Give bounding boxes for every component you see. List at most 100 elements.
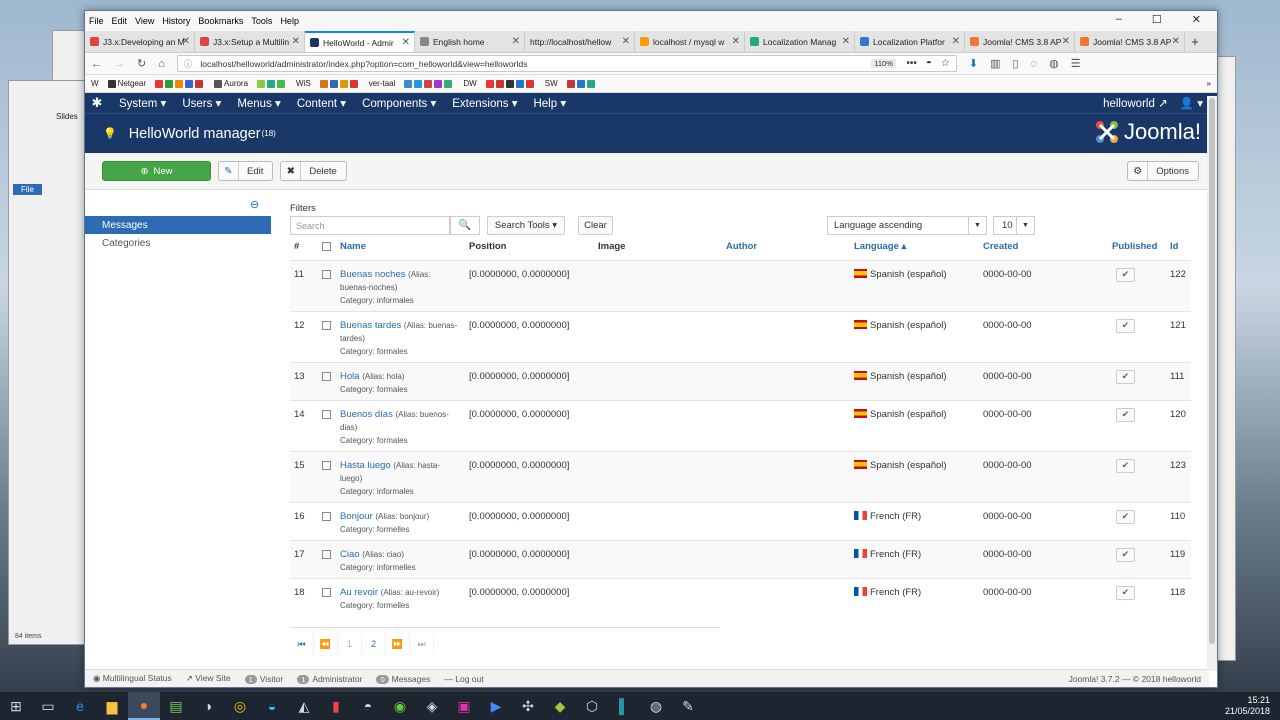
app-icon[interactable]: ◭ <box>288 692 320 720</box>
row-select[interactable] <box>318 259 336 311</box>
bookmark-w[interactable]: W <box>91 79 99 88</box>
col-name[interactable]: Name <box>336 234 465 260</box>
row-select[interactable] <box>318 501 336 540</box>
browser-tab[interactable]: http://localhost/hellow ✕ <box>525 31 635 52</box>
row-checkbox[interactable] <box>322 587 331 597</box>
notepad-icon[interactable]: ▤ <box>160 692 192 720</box>
sidebar-item-categories[interactable]: Categories <box>85 234 271 252</box>
delete-button[interactable]: ✖ Delete <box>280 161 347 181</box>
app-icon[interactable]: ◈ <box>416 692 448 720</box>
app-icon[interactable]: ▮ <box>320 692 352 720</box>
bookmark-icons[interactable] <box>319 79 360 88</box>
browser-tab-active[interactable]: HelloWorld - Admir ✕ <box>305 31 415 52</box>
visitor-status[interactable]: 1 Visitor <box>244 674 283 684</box>
joomla-logo-icon[interactable]: ✱ <box>85 95 109 111</box>
row-select[interactable] <box>318 310 336 362</box>
close-tab-icon[interactable]: ✕ <box>622 36 630 47</box>
extension-icon[interactable]: ◍ <box>1049 57 1059 70</box>
menu-bookmarks[interactable]: Bookmarks <box>198 16 243 26</box>
menu-history[interactable]: History <box>162 16 190 26</box>
browser-tab[interactable]: Localization Platfor ✕ <box>855 31 965 52</box>
edit-button[interactable]: ✎ Edit <box>218 161 274 181</box>
row-select[interactable] <box>318 539 336 578</box>
first-page-icon[interactable]: ⏮ <box>290 634 314 654</box>
item-name-link[interactable]: Hasta luego <box>340 460 391 471</box>
minimize-icon[interactable]: – <box>1116 13 1122 26</box>
home-icon[interactable]: ⌂ <box>158 58 165 70</box>
scrollbar-thumb[interactable] <box>1209 98 1215 644</box>
bookmarks-overflow-icon[interactable]: » <box>1207 79 1211 88</box>
pocket-icon[interactable]: ◓ <box>926 58 932 69</box>
maximize-icon[interactable]: ☐ <box>1152 13 1162 26</box>
browser-tab[interactable]: English home ✕ <box>415 31 525 52</box>
close-tab-icon[interactable]: ✕ <box>402 37 410 48</box>
bookmark-icons[interactable] <box>155 79 205 88</box>
published-check-icon[interactable]: ✔ <box>1116 585 1135 600</box>
task-view-icon[interactable]: ▭ <box>32 692 64 720</box>
bookmark-icons[interactable] <box>485 79 536 88</box>
options-button[interactable]: ⚙ Options <box>1127 161 1199 181</box>
app-icon[interactable]: ◑ <box>192 692 224 720</box>
menu-file[interactable]: File <box>89 16 104 26</box>
bookmark-aurora[interactable]: Aurora <box>214 79 248 88</box>
close-tab-icon[interactable]: ✕ <box>1062 36 1070 47</box>
row-checkbox[interactable] <box>322 409 331 419</box>
library-icon[interactable]: ▥ <box>990 57 1000 70</box>
close-tab-icon[interactable]: ✕ <box>512 36 520 47</box>
explorer-icon[interactable]: ▆ <box>96 692 128 720</box>
browser-tab[interactable]: Localization Manag ✕ <box>745 31 855 52</box>
info-icon[interactable]: ⓘ <box>184 58 193 70</box>
collapse-sidebar-icon[interactable]: ⊖ <box>250 198 259 211</box>
close-tab-icon[interactable]: ✕ <box>732 36 740 47</box>
hamburger-menu-icon[interactable]: ☰ <box>1071 57 1081 70</box>
published-check-icon[interactable]: ✔ <box>1116 267 1135 282</box>
user-menu-icon[interactable]: 👤 ▾ <box>1180 96 1203 110</box>
item-name-link[interactable]: Buenas tardes <box>340 320 401 331</box>
page-scrollbar[interactable] <box>1207 96 1217 671</box>
row-select[interactable] <box>318 361 336 400</box>
prev-page-icon[interactable]: ⏪ <box>314 634 338 654</box>
search-button[interactable]: 🔍 <box>450 216 480 235</box>
close-tab-icon[interactable]: ✕ <box>952 36 960 47</box>
app-icon[interactable]: ▌ <box>608 692 640 720</box>
bookmark-wis[interactable]: WiS <box>296 79 311 88</box>
col-created[interactable]: Created <box>979 234 1108 260</box>
col-select-all[interactable] <box>318 234 336 260</box>
close-tab-icon[interactable]: ✕ <box>1172 36 1180 47</box>
page-actions-icon[interactable]: ••• <box>906 58 917 69</box>
search-input[interactable]: Search <box>290 216 450 235</box>
multilingual-status[interactable]: ◉ Multilingual Status <box>93 673 172 684</box>
messages-status[interactable]: 0 Messages <box>376 674 430 684</box>
app-icon[interactable]: ⬡ <box>576 692 608 720</box>
bookmark-sw[interactable]: SW <box>545 79 558 88</box>
bookmark-icons[interactable] <box>404 79 454 88</box>
menu-edit[interactable]: Edit <box>112 16 128 26</box>
app-icon[interactable]: ▣ <box>448 692 480 720</box>
clear-button[interactable]: Clear <box>578 216 613 235</box>
col-language[interactable]: Language ▴ <box>850 234 979 260</box>
col-published[interactable]: Published <box>1108 234 1166 260</box>
nav-help[interactable]: Help ▾ <box>533 96 566 110</box>
app-icon[interactable]: ▶ <box>480 692 512 720</box>
row-select[interactable] <box>318 577 336 616</box>
nav-system[interactable]: System ▾ <box>119 96 166 110</box>
new-button[interactable]: ⊕ New <box>102 161 211 181</box>
select-all-checkbox[interactable] <box>322 241 331 251</box>
sidebar-toggle-icon[interactable]: ▯ <box>1013 57 1019 70</box>
row-select[interactable] <box>318 399 336 451</box>
item-name-link[interactable]: Bonjour <box>340 511 373 522</box>
download-icon[interactable]: ⬇ <box>969 57 978 70</box>
close-tab-icon[interactable]: ✕ <box>842 36 850 47</box>
bookmark-netgear[interactable]: Netgear <box>107 79 146 88</box>
new-tab-icon[interactable]: + <box>1185 31 1205 52</box>
app-icon[interactable]: ◒ <box>256 692 288 720</box>
logout-link[interactable]: — Log out <box>444 674 483 684</box>
close-tab-icon[interactable]: ✕ <box>292 36 300 47</box>
browser-tab[interactable]: J3.x:Setup a Multilin ✕ <box>195 31 305 52</box>
col-author[interactable]: Author <box>722 234 850 260</box>
sidebar-item-messages[interactable]: Messages <box>85 216 271 234</box>
menu-view[interactable]: View <box>135 16 154 26</box>
published-check-icon[interactable]: ✔ <box>1116 509 1135 524</box>
browser-tab[interactable]: Joomla! CMS 3.8 AP ✕ <box>965 31 1075 52</box>
menu-tools[interactable]: Tools <box>251 16 272 26</box>
